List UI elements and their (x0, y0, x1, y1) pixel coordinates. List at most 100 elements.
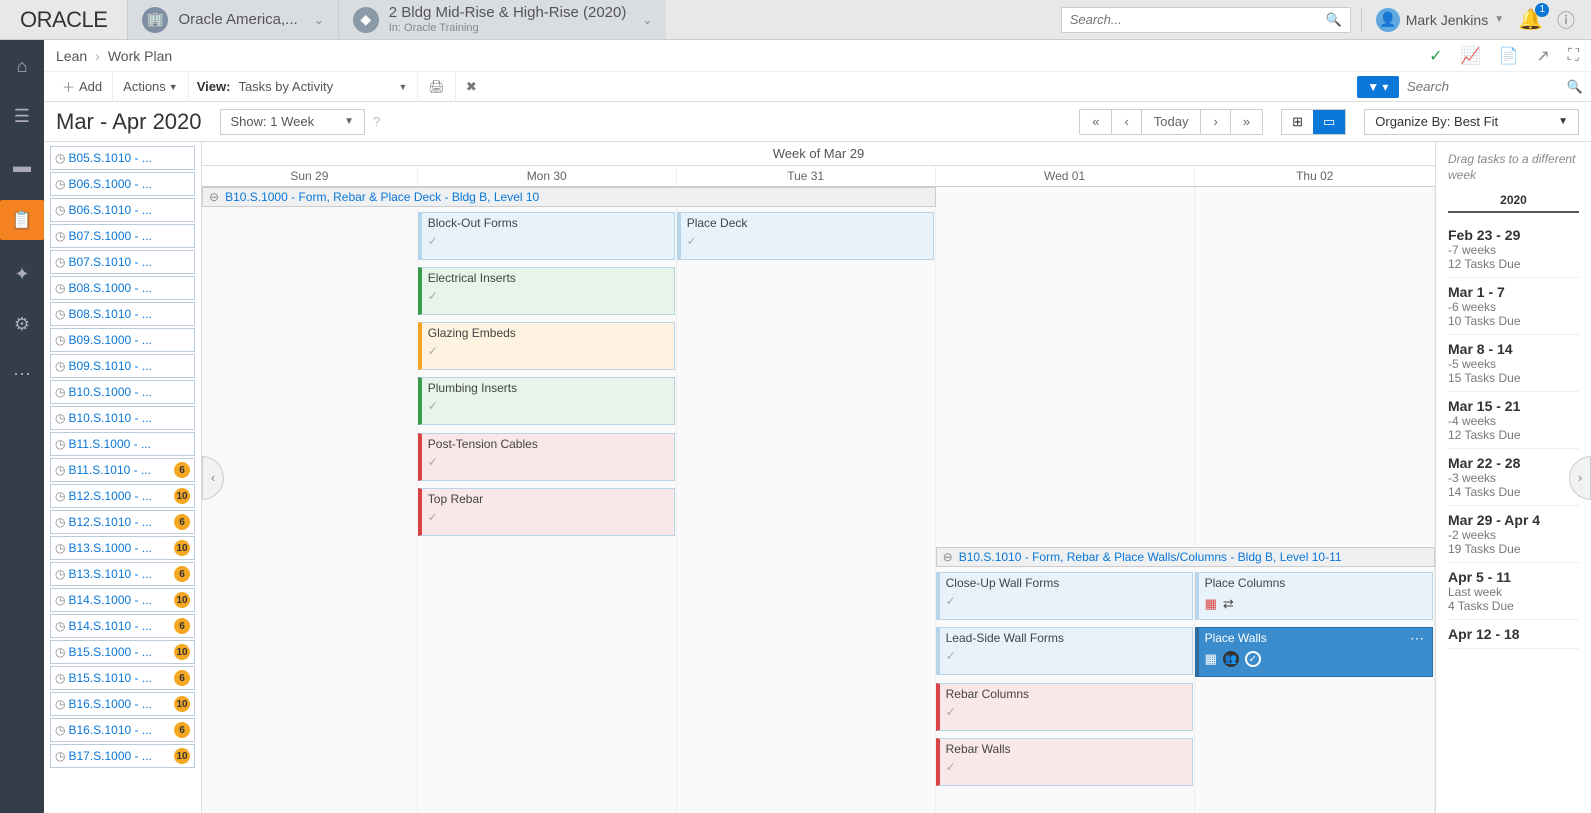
organize-select[interactable]: Organize By: Best Fit▼ (1364, 109, 1579, 135)
task-list-item[interactable]: ◷B13.S.1000 - ...10 (50, 536, 195, 560)
task-card[interactable]: Electrical Inserts✓ (418, 267, 675, 315)
check-icon[interactable]: ✓ (428, 344, 668, 358)
nav-prev[interactable]: ‹ (1112, 110, 1141, 134)
week-block[interactable]: Mar 1 - 7-6 weeks10 Tasks Due (1448, 278, 1579, 335)
more-icon[interactable]: ⋯ (1410, 630, 1426, 647)
chart-icon[interactable]: 📈 (1461, 46, 1481, 66)
nav-next[interactable]: › (1201, 110, 1230, 134)
check-icon[interactable]: ✓ (428, 455, 668, 469)
week-block[interactable]: Apr 12 - 18 (1448, 620, 1579, 649)
nav-list[interactable]: ☰ (6, 100, 38, 132)
check-icon[interactable]: ✓ (946, 594, 1186, 608)
fullscreen-icon[interactable]: ⛶ (1568, 47, 1579, 65)
week-block[interactable]: Mar 8 - 14-5 weeks15 Tasks Due (1448, 335, 1579, 392)
nav-last[interactable]: » (1231, 110, 1262, 134)
task-list-item[interactable]: ◷B12.S.1010 - ...6 (50, 510, 195, 534)
activity-link[interactable]: B10.S.1000 - Form, Rebar & Place Deck - … (225, 190, 539, 204)
check-icon[interactable]: ✓ (428, 399, 668, 413)
toolbar-search-input[interactable] (1407, 79, 1567, 94)
task-card[interactable]: Place Columns▦⇄ (1195, 572, 1433, 620)
task-list-item[interactable]: ◷B06.S.1000 - ... (50, 172, 195, 196)
task-card[interactable]: Post-Tension Cables✓ (418, 433, 675, 481)
task-list-item[interactable]: ◷B07.S.1010 - ... (50, 250, 195, 274)
task-card[interactable]: Place Deck✓ (677, 212, 934, 260)
task-list-item[interactable]: ◷B11.S.1000 - ... (50, 432, 195, 456)
task-list-item[interactable]: ◷B12.S.1000 - ...10 (50, 484, 195, 508)
nav-today[interactable]: Today (1142, 110, 1202, 134)
task-list-item[interactable]: ◷B13.S.1010 - ...6 (50, 562, 195, 586)
nav-settings[interactable]: ⚙ (6, 308, 38, 340)
task-list-item[interactable]: ◷B16.S.1000 - ...10 (50, 692, 195, 716)
breadcrumb-root[interactable]: Lean (56, 48, 87, 64)
task-list-item[interactable]: ◷B09.S.1010 - ... (50, 354, 195, 378)
task-card[interactable]: Block-Out Forms✓ (418, 212, 675, 260)
nav-plan[interactable]: 📋 (0, 200, 44, 240)
task-list-item[interactable]: ◷B11.S.1010 - ...6 (50, 458, 195, 482)
check-icon[interactable]: ✓ (946, 760, 1186, 774)
show-range-select[interactable]: Show: 1 Week▼ (220, 109, 366, 135)
task-list-item[interactable]: ◷B10.S.1010 - ... (50, 406, 195, 430)
view-grid[interactable]: ⊞ (1282, 110, 1313, 134)
print-button[interactable]: 🖨 (417, 72, 455, 101)
actions-menu[interactable]: Actions ▼ (113, 72, 189, 101)
task-list-item[interactable]: ◷B15.S.1010 - ...6 (50, 666, 195, 690)
view-cards[interactable]: ▭ (1313, 110, 1345, 134)
task-list-item[interactable]: ◷B08.S.1010 - ... (50, 302, 195, 326)
check-icon[interactable]: ✓ (687, 234, 927, 248)
task-list-item[interactable]: ◷B05.S.1010 - ... (50, 146, 195, 170)
project-selector[interactable]: ◆ 2 Bldg Mid-Rise & High-Rise (2020) In:… (338, 0, 667, 39)
task-list-item[interactable]: ◷B06.S.1010 - ... (50, 198, 195, 222)
week-block[interactable]: Feb 23 - 29-7 weeks12 Tasks Due (1448, 221, 1579, 278)
task-sidebar[interactable]: ◷B05.S.1010 - ...◷B06.S.1000 - ...◷B06.S… (44, 142, 202, 813)
task-list-item[interactable]: ◷B17.S.1000 - ...10 (50, 744, 195, 768)
help-button[interactable]: ⓘ (1557, 7, 1575, 33)
nav-first[interactable]: « (1080, 110, 1112, 134)
help-icon[interactable]: ? (373, 114, 380, 129)
check-icon[interactable]: ✓ (428, 510, 668, 524)
activity-group[interactable]: ⊖B10.S.1010 - Form, Rebar & Place Walls/… (936, 547, 1435, 567)
week-block[interactable]: Mar 22 - 28-3 weeks14 Tasks Due (1448, 449, 1579, 506)
check-icon[interactable]: ✓ (946, 705, 1186, 719)
check-icon[interactable]: ✓ (946, 649, 1186, 663)
task-card[interactable]: Lead-Side Wall Forms✓ (936, 627, 1193, 675)
task-card[interactable]: Rebar Columns✓ (936, 683, 1193, 731)
filter-button[interactable]: ▼ ▾ (1357, 76, 1399, 98)
week-block[interactable]: Mar 29 - Apr 4-2 weeks19 Tasks Due (1448, 506, 1579, 563)
tools-button[interactable]: ✖ (455, 72, 487, 101)
task-list-item[interactable]: ◷B10.S.1000 - ... (50, 380, 195, 404)
nav-links[interactable]: ✦ (6, 258, 38, 290)
nav-board[interactable]: ▬ (6, 150, 38, 182)
task-list-item[interactable]: ◷B08.S.1000 - ... (50, 276, 195, 300)
nav-home[interactable]: ⌂ (6, 50, 38, 82)
task-list-item[interactable]: ◷B15.S.1000 - ...10 (50, 640, 195, 664)
check-icon[interactable]: ✓ (428, 289, 668, 303)
task-card[interactable]: Plumbing Inserts✓ (418, 377, 675, 425)
task-list-item[interactable]: ◷B14.S.1010 - ...6 (50, 614, 195, 638)
task-list-item[interactable]: ◷B09.S.1000 - ... (50, 328, 195, 352)
org-selector[interactable]: 🏢 Oracle America,... ⌄ (127, 0, 337, 39)
task-card[interactable]: Rebar Walls✓ (936, 738, 1193, 786)
calendar-body[interactable]: ⊖B10.S.1000 - Form, Rebar & Place Deck -… (202, 187, 1435, 813)
user-menu[interactable]: 👤 Mark Jenkins ▼ (1361, 8, 1504, 32)
task-list-item[interactable]: ◷B07.S.1000 - ... (50, 224, 195, 248)
nav-more[interactable]: ⋯ (6, 358, 38, 390)
search-input[interactable] (1070, 12, 1326, 27)
week-block[interactable]: Mar 15 - 21-4 weeks12 Tasks Due (1448, 392, 1579, 449)
check-icon[interactable]: ✓ (1245, 651, 1261, 667)
view-select[interactable]: Tasks by Activity (238, 79, 398, 94)
week-block[interactable]: Apr 5 - 11Last week4 Tasks Due (1448, 563, 1579, 620)
task-card[interactable]: Top Rebar✓ (418, 488, 675, 536)
task-list-item[interactable]: ◷B14.S.1000 - ...10 (50, 588, 195, 612)
notifications-button[interactable]: 🔔 1 (1518, 7, 1543, 32)
activity-group[interactable]: ⊖B10.S.1000 - Form, Rebar & Place Deck -… (202, 187, 936, 207)
check-icon[interactable]: ✓ (1429, 46, 1442, 66)
export-icon[interactable]: ↗ (1536, 46, 1549, 66)
add-button[interactable]: ＋Add (52, 72, 113, 101)
activity-link[interactable]: B10.S.1010 - Form, Rebar & Place Walls/C… (959, 550, 1342, 564)
task-card[interactable]: Close-Up Wall Forms✓ (936, 572, 1193, 620)
global-search[interactable]: 🔍 (1061, 7, 1351, 33)
task-list-item[interactable]: ◷B16.S.1010 - ...6 (50, 718, 195, 742)
doc-icon[interactable]: 📄 (1498, 46, 1518, 66)
task-card[interactable]: Place Walls⋯▦👥✓ (1195, 627, 1433, 677)
check-icon[interactable]: ✓ (428, 234, 668, 248)
